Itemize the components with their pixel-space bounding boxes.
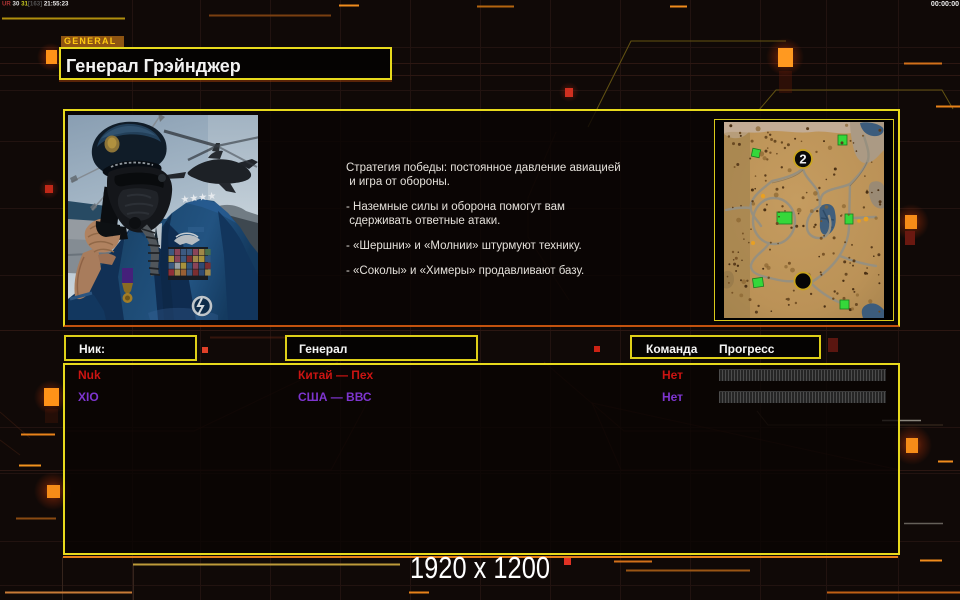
svg-text:2: 2 <box>799 152 806 167</box>
